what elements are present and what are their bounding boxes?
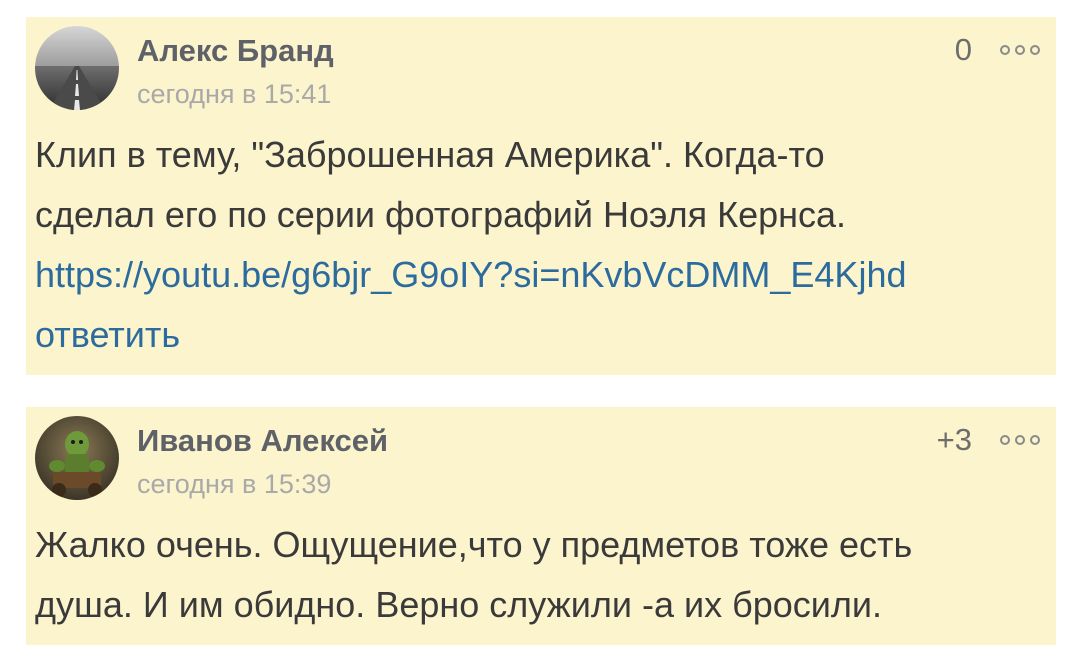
- comment-timestamp: сегодня в 15:39: [137, 469, 332, 499]
- comment-text-line: душа. И им обидно. Верно служили -а их б…: [35, 584, 883, 625]
- comment-card: Иванов Алексей сегодня в 15:39 +3 Жалко …: [26, 407, 1056, 645]
- reply-link[interactable]: ответить: [35, 305, 1036, 365]
- author-avatar[interactable]: [35, 416, 119, 500]
- author-name[interactable]: Иванов Алексей: [137, 423, 388, 459]
- comment-text-line: Жалко очень. Ощущение,что у предметов то…: [35, 524, 913, 565]
- youtube-link[interactable]: https://youtu.be/g6bjr_G9oIY?si=nKvbVcDM…: [35, 245, 1036, 305]
- comment-text-line: сделал его по серии фотографий Ноэля Кер…: [35, 194, 847, 235]
- comment-body: Клип в тему, "Заброшенная Америка". Когд…: [35, 125, 1036, 365]
- comment-body: Жалко очень. Ощущение,что у предметов то…: [35, 515, 1036, 635]
- road-avatar-icon: [35, 26, 119, 110]
- author-name[interactable]: Алекс Бранд: [137, 33, 334, 69]
- comment-rating: 0: [954, 32, 972, 67]
- comment-card: Алекс Бранд сегодня в 15:41 0 Клип в тем…: [26, 17, 1056, 375]
- comment-text-line: Клип в тему, "Заброшенная Америка". Когд…: [35, 134, 825, 175]
- comment-rating: +3: [936, 422, 972, 457]
- more-options-icon[interactable]: [1000, 434, 1040, 446]
- author-avatar[interactable]: [35, 26, 119, 110]
- comment-timestamp: сегодня в 15:41: [137, 79, 332, 109]
- character-avatar-icon: [35, 416, 119, 500]
- more-options-icon[interactable]: [1000, 44, 1040, 56]
